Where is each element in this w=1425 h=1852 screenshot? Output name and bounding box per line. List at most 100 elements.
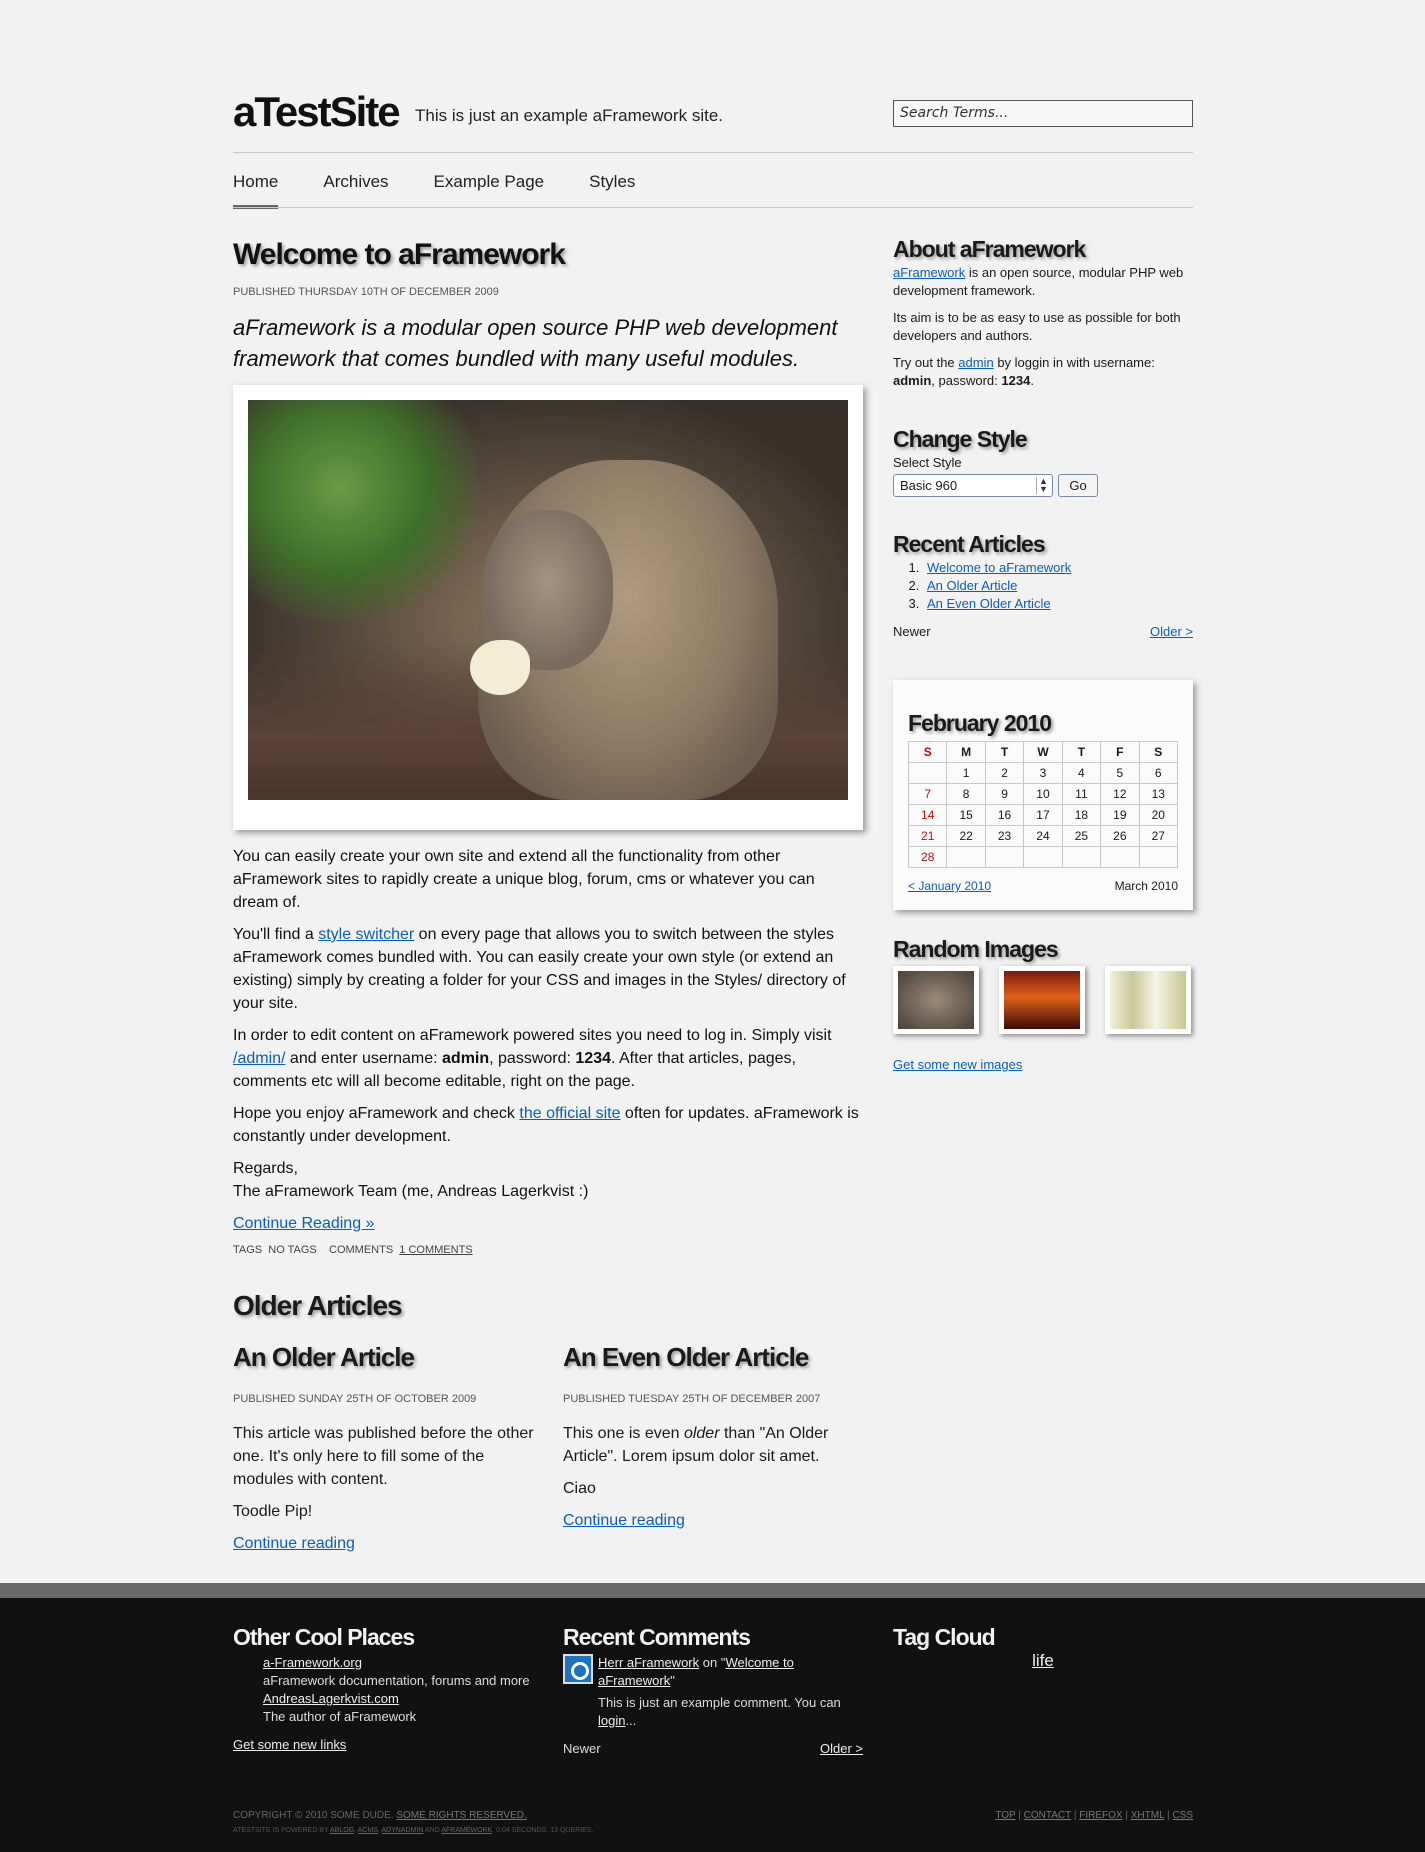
cool-places-widget: Other Cool Places a-Framework.org aFrame… — [233, 1624, 533, 1754]
site-title[interactable]: aTestSite — [233, 88, 401, 136]
calendar-day-cell — [1100, 846, 1140, 868]
calendar-day-cell: 21 — [907, 825, 948, 847]
cool-place-link[interactable]: a-Framework.org — [263, 1655, 362, 1670]
rights-link[interactable]: Some rights reserved. — [396, 1810, 526, 1821]
calendar-day-cell: 5 — [1100, 762, 1140, 784]
calendar-day-cell: 20 — [1138, 804, 1179, 826]
aframework-link[interactable]: aFramework — [441, 1827, 492, 1834]
nav-archives[interactable]: Archives — [323, 172, 388, 209]
new-links-link[interactable]: Get some new links — [233, 1737, 346, 1752]
contact-link[interactable]: Contact — [1024, 1810, 1071, 1821]
style-switcher-link[interactable]: style switcher — [318, 926, 414, 943]
calendar-day-cell: 24 — [1023, 825, 1063, 847]
calendar-next-label: March 2010 — [1114, 879, 1178, 893]
calendar-day-cell: 8 — [946, 783, 986, 805]
new-images-link[interactable]: Get some new images — [893, 1057, 1022, 1072]
calendar-day-cell — [946, 846, 986, 868]
about-text: Its aim is to be as easy to use as possi… — [893, 310, 1181, 343]
recent-comments-widget: Recent Comments Herr aFramework on "Welc… — [563, 1624, 863, 1758]
article-paragraph: You can easily create your own site and … — [233, 848, 815, 911]
older-article-title[interactable]: An Older Article — [233, 1342, 543, 1372]
style-select[interactable]: Basic 960 ▲ ▼ — [893, 474, 1053, 497]
select-arrows-icon: ▲ ▼ — [1036, 477, 1050, 494]
about-heading: About aFramework — [893, 236, 1086, 262]
firefox-link[interactable]: Firefox — [1079, 1810, 1122, 1821]
older-article-text: Toodle Pip! — [233, 1503, 313, 1520]
official-site-link[interactable]: the official site — [519, 1105, 620, 1122]
calendar-day-cell: 23 — [984, 825, 1025, 847]
calendar-day-cell: 7 — [907, 783, 948, 805]
admin-link[interactable]: /admin/ — [233, 1050, 285, 1067]
calendar-day-cell — [907, 762, 948, 784]
change-style-heading: Change Style — [893, 426, 1028, 452]
cool-place-desc: aFramework documentation, forums and mor… — [263, 1673, 530, 1688]
calendar-day-header: T — [1061, 741, 1102, 763]
nav-styles[interactable]: Styles — [589, 172, 635, 209]
calendar-day-header: S — [1138, 741, 1179, 763]
continue-reading-link[interactable]: Continue reading — [563, 1512, 685, 1529]
calendar-day-cell: 26 — [1100, 825, 1140, 847]
comments-link[interactable]: 1 comments — [399, 1244, 472, 1256]
calendar-day-cell: 25 — [1061, 825, 1102, 847]
calendar-day-cell: 10 — [1023, 783, 1063, 805]
continue-reading-link[interactable]: Continue Reading » — [233, 1215, 374, 1232]
older-article-text: Ciao — [563, 1480, 596, 1497]
cool-place-link[interactable]: AndreasLagerkvist.com — [263, 1691, 399, 1706]
random-image-thumb[interactable] — [893, 966, 979, 1034]
aframework-link[interactable]: aFramework — [893, 265, 965, 280]
older-link[interactable]: Older > — [820, 1740, 863, 1758]
nav-example-page[interactable]: Example Page — [434, 172, 545, 209]
select-style-label: Select Style — [893, 455, 962, 470]
site-tagline: This is just an example aFramework site. — [415, 106, 723, 125]
powered-by: aTestSite is powered by aBlog, aCMS, aDy… — [233, 1827, 594, 1834]
acms-link[interactable]: aCMS — [358, 1827, 378, 1834]
top-link[interactable]: Top — [995, 1810, 1015, 1821]
calendar-table: S M T W T F S 1 2 3 4 5 6 7 8 9 10 11 12 13 14 15 16 17 1… — [907, 741, 1179, 868]
older-link[interactable]: Older > — [1150, 623, 1193, 641]
continue-reading-link[interactable]: Continue reading — [233, 1535, 355, 1552]
calendar-day-cell: 6 — [1138, 762, 1179, 784]
calendar-day-cell: 17 — [1023, 804, 1063, 826]
calendar-prev-link[interactable]: < January 2010 — [908, 879, 991, 893]
xhtml-link[interactable]: XHTML — [1131, 1810, 1165, 1821]
calendar-day-cell: 16 — [984, 804, 1025, 826]
comment-author-link[interactable]: Herr aFramework — [598, 1655, 699, 1670]
calendar-day-cell — [1061, 846, 1102, 868]
header-divider — [233, 152, 1193, 153]
article-image-frame — [233, 385, 863, 830]
article-body: You can easily create your own site and … — [233, 845, 863, 1244]
nav-home[interactable]: Home — [233, 172, 279, 209]
calendar-day-cell: 19 — [1100, 804, 1140, 826]
older-article-text: This one is even older than "An Older Ar… — [563, 1425, 829, 1465]
calendar-day-cell: 13 — [1138, 783, 1179, 805]
recent-article-link[interactable]: An Older Article — [927, 578, 1017, 593]
adynadmin-link[interactable]: aDynAdmin — [381, 1827, 423, 1834]
go-button[interactable]: Go — [1058, 474, 1098, 497]
older-article-title[interactable]: An Even Older Article — [563, 1342, 873, 1372]
recent-articles-widget: Recent Articles Welcome to aFramework An… — [893, 533, 1193, 641]
ablog-link[interactable]: aBlog — [330, 1827, 354, 1834]
comment-text: This is just an example comment. You can… — [598, 1695, 841, 1728]
calendar-day-header: T — [984, 741, 1025, 763]
login-link[interactable]: login — [598, 1713, 625, 1728]
cool-places-heading: Other Cool Places — [233, 1624, 415, 1650]
copyright: Copyright © 2010 Some Dude. Some rights … — [233, 1810, 527, 1821]
recent-article-link[interactable]: Welcome to aFramework — [927, 560, 1071, 575]
search-input[interactable]: Search Terms... — [893, 100, 1193, 127]
tag-link[interactable]: life — [1032, 1651, 1054, 1670]
article-title[interactable]: Welcome to aFramework — [233, 238, 566, 272]
newer-label: Newer — [893, 624, 931, 639]
main-nav: Home Archives Example Page Styles — [233, 172, 680, 209]
recent-article-link[interactable]: An Even Older Article — [927, 596, 1051, 611]
css-link[interactable]: CSS — [1172, 1810, 1193, 1821]
power-avatar-icon — [563, 1654, 593, 1684]
calendar-day-cell: 28 — [907, 846, 948, 868]
random-images-heading: Random Images — [893, 936, 1059, 962]
calendar-day-header: F — [1100, 741, 1140, 763]
calendar-heading: February 2010 — [908, 710, 1052, 736]
random-images-widget: Random Images Get some new images — [893, 936, 1193, 1074]
calendar-day-cell: 15 — [946, 804, 986, 826]
random-image-thumb[interactable] — [1105, 966, 1191, 1034]
random-image-thumb[interactable] — [999, 966, 1085, 1034]
admin-link[interactable]: admin — [958, 355, 993, 370]
